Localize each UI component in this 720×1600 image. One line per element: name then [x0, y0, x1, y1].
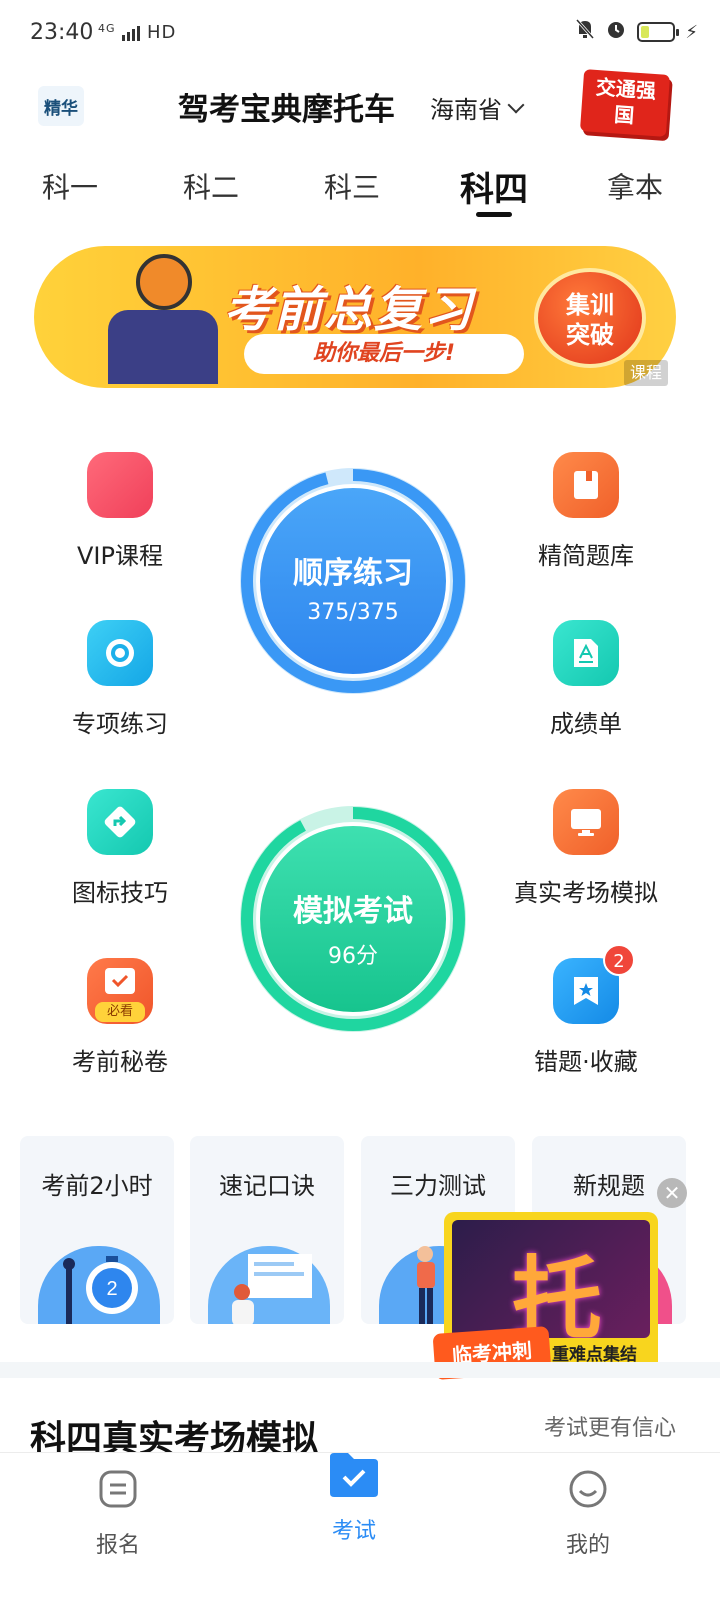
study-icon: [208, 1246, 330, 1324]
banner-title: 考前总复习: [224, 282, 475, 338]
tab-subject-3[interactable]: 科三: [324, 166, 380, 206]
signup-icon: [99, 1470, 137, 1508]
banner-cta-button[interactable]: 集训突破: [534, 268, 646, 368]
nav-signup[interactable]: 报名: [58, 1469, 178, 1559]
stopwatch-icon: 2: [38, 1246, 160, 1324]
sequential-practice-ring[interactable]: 顺序练习 375/375: [240, 468, 466, 694]
essence-logo[interactable]: 精华: [38, 86, 84, 126]
status-time: 23:40: [30, 20, 94, 45]
mock-exam-title: 模拟考试: [293, 894, 413, 929]
scorecard-label: 成绩单: [550, 710, 622, 738]
pre-exam-secret-item[interactable]: 必看 考前秘卷: [20, 958, 220, 1077]
banner-cta-label: 集训突破: [566, 291, 614, 349]
promo-big-char: 托: [512, 1247, 602, 1338]
card-2-hours-title: 考前2小时: [41, 1172, 153, 1200]
badge-text: 交通强国: [595, 74, 657, 128]
wrong-fav-label: 错题·收藏: [534, 1048, 638, 1076]
tab-subject-1[interactable]: 科一: [42, 166, 98, 206]
promo-image: 托: [452, 1220, 650, 1338]
scorecard-icon: [553, 620, 619, 686]
bookmark-star-icon: 2: [553, 944, 635, 1024]
nav-signup-label: 报名: [95, 1533, 140, 1558]
review-banner[interactable]: 考前总复习 助你最后一步! 集训突破: [34, 246, 676, 388]
simplified-bank-label: 精简题库: [538, 542, 634, 570]
province-selector[interactable]: 海南省: [430, 90, 525, 125]
tab-subject-2[interactable]: 科二: [183, 166, 239, 206]
card-mnemonics-title: 速记口诀: [219, 1172, 315, 1200]
motorcycle-rider-illustration: [58, 252, 218, 384]
transport-power-badge[interactable]: 交通强国: [579, 69, 671, 137]
subject-tabs: 科一 科二 科三 科四 拿本: [0, 160, 720, 220]
banner-subtitle: 助你最后一步!: [244, 334, 524, 374]
practice-progress: 375/375: [307, 600, 399, 625]
simplified-bank-item[interactable]: 精简题库: [486, 452, 686, 571]
monitor-icon: [553, 789, 619, 855]
tab-subject-4[interactable]: 科四: [460, 162, 528, 211]
network-indicator: 4G HD: [98, 22, 176, 43]
must-see-icon: 必看: [87, 958, 153, 1024]
vip-course-item[interactable]: VIP课程: [20, 452, 220, 571]
sign-tips-item[interactable]: 图标技巧: [20, 789, 220, 908]
target-icon: [87, 620, 153, 686]
book-icon: [553, 452, 619, 518]
alarm-icon: [605, 18, 627, 46]
status-icons: ⚡: [575, 18, 698, 46]
stopwatch-number: 2: [106, 1278, 117, 1300]
tab-get-license[interactable]: 拿本: [607, 166, 663, 206]
sign-tips-label: 图标技巧: [72, 879, 168, 907]
wrong-count-badge: 2: [603, 944, 635, 976]
app-title: 驾考宝典摩托车: [178, 92, 395, 128]
bottom-navigation: 报名 考试 我的: [0, 1452, 720, 1600]
exam-folder-icon: [330, 1453, 378, 1497]
direction-sign-icon: [87, 789, 153, 855]
card-three-abilities-title: 三力测试: [390, 1172, 486, 1200]
card-2-hours[interactable]: 考前2小时 2: [20, 1136, 174, 1324]
close-icon[interactable]: ✕: [657, 1178, 687, 1208]
card-mnemonics[interactable]: 速记口诀: [190, 1136, 344, 1324]
special-practice-item[interactable]: 专项练习: [20, 620, 220, 739]
vip-course-label: VIP课程: [77, 542, 163, 570]
signal-icon: [122, 25, 141, 41]
network-label: 4G: [98, 22, 116, 35]
pre-exam-secret-label: 考前秘卷: [72, 1048, 168, 1076]
chevron-down-icon: [507, 96, 525, 113]
banner-course-tag: 课程: [624, 360, 668, 386]
special-practice-label: 专项练习: [72, 710, 168, 738]
sprint-promo[interactable]: 托 临考冲刺 重难点集结: [432, 1212, 658, 1380]
real-exam-sim-item[interactable]: 真实考场模拟: [486, 789, 686, 908]
active-tab-indicator: [476, 212, 512, 217]
must-see-sub: 必看: [95, 1002, 145, 1022]
practice-title: 顺序练习: [293, 556, 413, 591]
wrong-fav-item[interactable]: 2 错题·收藏: [486, 944, 686, 1077]
mock-exam-score: 96分: [328, 944, 378, 969]
smile-icon: [569, 1470, 607, 1508]
vip-icon: [87, 452, 153, 518]
mute-icon: [575, 18, 595, 46]
nav-exam[interactable]: 考试: [294, 1449, 414, 1545]
section-divider: [0, 1362, 720, 1378]
nav-exam-label: 考试: [331, 1519, 376, 1544]
real-exam-sim-label: 真实考场模拟: [514, 879, 658, 907]
scorecard-item[interactable]: 成绩单: [486, 620, 686, 739]
province-label: 海南省: [430, 96, 502, 124]
section-subtitle: 考试更有信心: [543, 1416, 676, 1441]
mock-exam-ring[interactable]: 模拟考试 96分: [240, 806, 466, 1032]
nav-mine[interactable]: 我的: [528, 1469, 648, 1559]
battery-icon: [637, 22, 680, 42]
app-header: 精华 驾考宝典摩托车 海南省 交通强国: [0, 69, 720, 150]
charging-icon: ⚡: [685, 21, 698, 43]
status-bar: 23:40 4G HD ⚡: [0, 0, 720, 70]
hd-label: HD: [147, 22, 177, 43]
nav-mine-label: 我的: [565, 1533, 610, 1558]
